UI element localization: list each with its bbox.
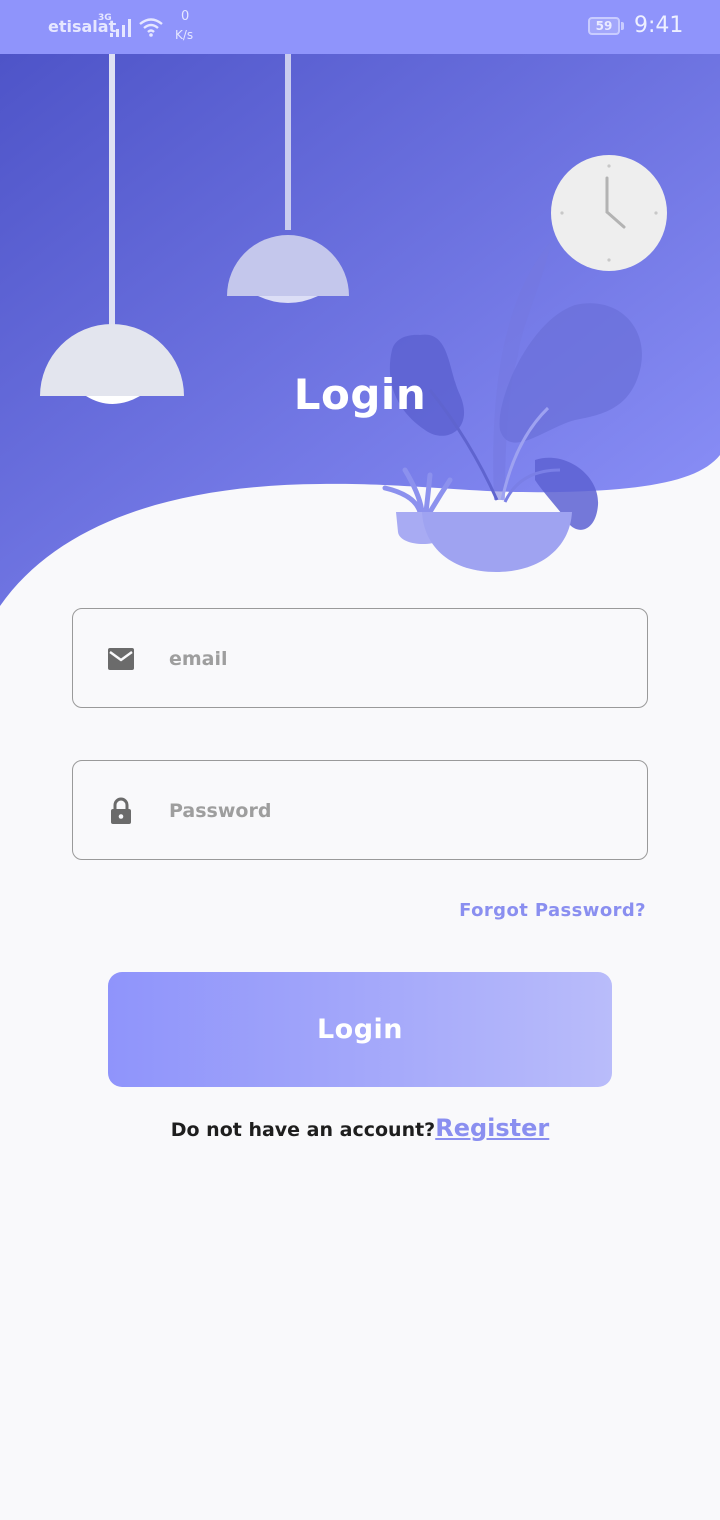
clock-time: 9:41 — [634, 13, 684, 38]
email-input[interactable] — [167, 637, 611, 681]
battery-tip — [621, 22, 624, 30]
wifi-icon — [139, 18, 163, 37]
no-account-text: Do not have an account? — [170, 1119, 436, 1141]
lock-icon — [111, 797, 131, 824]
mail-icon — [108, 648, 134, 670]
login-button[interactable]: Login — [108, 972, 612, 1087]
forgot-password-link[interactable]: Forgot Password? — [459, 900, 646, 921]
header-illustration — [0, 54, 720, 606]
register-link[interactable]: Register — [435, 1114, 549, 1142]
wall-clock-icon — [551, 155, 667, 271]
password-input[interactable] — [167, 789, 611, 833]
battery-icon: 59 — [588, 17, 620, 35]
status-bar: etisalat 3G 0 K/s 59 9:41 — [0, 0, 720, 54]
signal-icon — [110, 19, 131, 37]
email-field[interactable] — [72, 608, 648, 708]
register-prompt: Do not have an account?Register — [0, 1114, 720, 1142]
network-speed-value: 0 — [181, 9, 190, 24]
page-title: Login — [293, 370, 427, 419]
network-speed-unit: K/s — [175, 28, 194, 42]
password-field[interactable] — [72, 760, 648, 860]
